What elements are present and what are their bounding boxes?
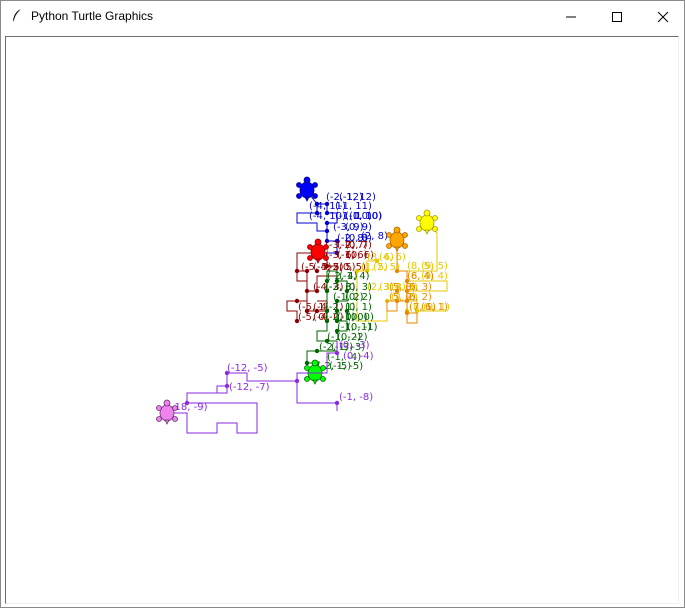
yellow-turtle-icon	[416, 209, 438, 235]
close-icon	[657, 11, 669, 22]
minimize-icon	[566, 16, 576, 17]
orange-label: (6, 1)	[421, 302, 448, 313]
window-title: Python Turtle Graphics	[31, 9, 154, 23]
violet-label: (-12, -5)	[227, 363, 268, 374]
green-label: (-1, 4)	[339, 271, 370, 282]
orange-turtle-icon	[386, 226, 408, 252]
blue-turtle-icon	[296, 176, 318, 202]
turtle-canvas: (-2, 12)(-1, 12)(-4, 11)(-1, 11)(-4, 10)…	[156, 176, 450, 434]
blue-label: (0, 10)	[349, 211, 382, 222]
green-dot	[304, 360, 310, 366]
orange-label: (6, 4)	[407, 271, 434, 282]
green-label: (-1, -5)	[329, 361, 363, 372]
maximize-icon	[612, 11, 622, 22]
violet-label: (0, -3)	[339, 340, 370, 351]
violet-label: (-1, -8)	[339, 392, 373, 403]
maximize-button[interactable]	[594, 1, 640, 32]
violet-dot	[334, 350, 340, 356]
turtle-canvas-frame: (-2, 12) (-1, 12) (-4, 11) (-1, 11) (-4, 10)…	[5, 36, 679, 604]
feather-icon	[10, 8, 24, 24]
minimize-button[interactable]	[548, 1, 594, 32]
violet-dot	[294, 378, 300, 384]
blue-dot	[324, 228, 330, 234]
red-dot	[294, 268, 300, 274]
violet-label: (0, -4)	[343, 351, 374, 362]
violet-label: (-12, -7)	[229, 382, 270, 393]
orange-dot	[394, 268, 400, 274]
turtle-window: Python Turtle Graphics (-2, 12) (-1, 12)(…	[0, 0, 685, 608]
close-button[interactable]	[640, 1, 685, 32]
violet-path	[167, 392, 258, 434]
red-dot	[304, 288, 310, 294]
title-bar[interactable]: Python Turtle Graphics	[1, 1, 684, 32]
